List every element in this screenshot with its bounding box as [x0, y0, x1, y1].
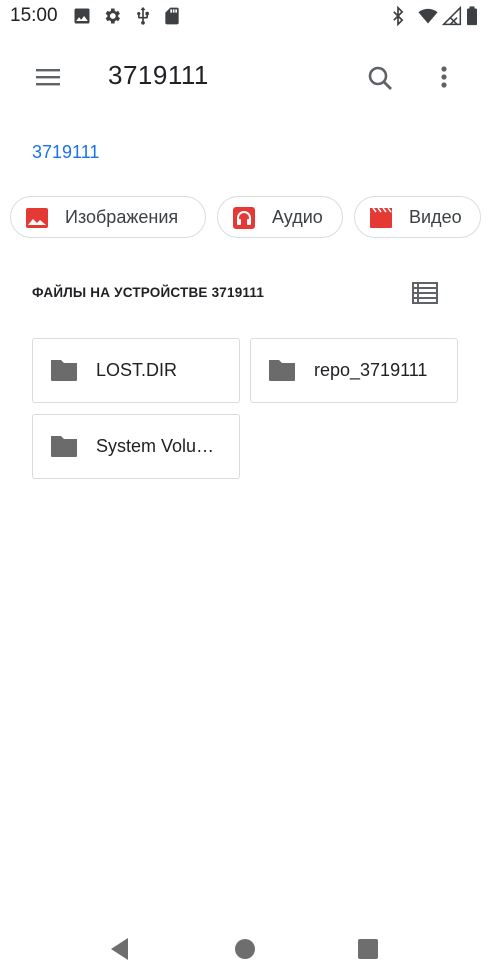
image-icon	[26, 208, 48, 228]
app-bar: 3719111	[0, 40, 490, 114]
chip-video[interactable]: Видео	[354, 196, 481, 238]
chip-video-label: Видео	[409, 207, 462, 227]
more-options-button[interactable]	[424, 56, 464, 100]
status-bar: 15:00	[0, 0, 490, 32]
breadcrumb[interactable]: 3719111	[32, 142, 99, 163]
search-icon	[368, 66, 392, 90]
folder-item-system-volume[interactable]: System Volume Information	[32, 414, 240, 479]
menu-button[interactable]	[26, 57, 70, 97]
folder-icon	[269, 360, 295, 381]
folder-icon	[51, 360, 77, 381]
more-vert-icon	[441, 66, 447, 88]
chip-images[interactable]: Изображения	[10, 196, 206, 238]
folder-name: System Volume Information	[96, 436, 228, 456]
movie-icon	[370, 207, 392, 228]
wifi-icon	[418, 8, 438, 24]
recents-icon[interactable]	[354, 935, 382, 963]
usb-icon	[137, 6, 149, 25]
settings-gear-icon	[105, 8, 120, 24]
hamburger-menu-icon	[36, 69, 60, 86]
battery-icon	[467, 6, 477, 26]
list-view-icon	[412, 282, 438, 304]
chip-audio[interactable]: Аудио	[217, 196, 343, 238]
page-title: 3719111	[108, 60, 209, 90]
chip-audio-label: Аудио	[272, 207, 323, 227]
folder-item-repo[interactable]: repo_3719111	[250, 338, 458, 403]
back-icon[interactable]	[106, 935, 134, 963]
signal-icon	[442, 6, 462, 26]
bluetooth-icon	[393, 6, 404, 26]
system-nav-bar	[0, 917, 490, 977]
image-icon	[74, 8, 90, 24]
home-icon[interactable]	[231, 935, 259, 963]
chip-images-label: Изображения	[65, 207, 179, 227]
section-title: ФАЙЛЫ НА УСТРОЙСТВЕ 3719111	[32, 285, 265, 300]
status-time: 15:00	[10, 5, 58, 26]
folder-item-lost-dir[interactable]: LOST.DIR	[32, 338, 240, 403]
folder-name: repo_3719111	[314, 360, 428, 380]
search-button[interactable]	[358, 56, 402, 100]
headphones-icon	[233, 207, 255, 229]
folder-name: LOST.DIR	[96, 360, 178, 380]
view-toggle-button[interactable]	[408, 276, 442, 310]
sd-card-icon	[165, 7, 179, 25]
folder-icon	[51, 436, 77, 457]
